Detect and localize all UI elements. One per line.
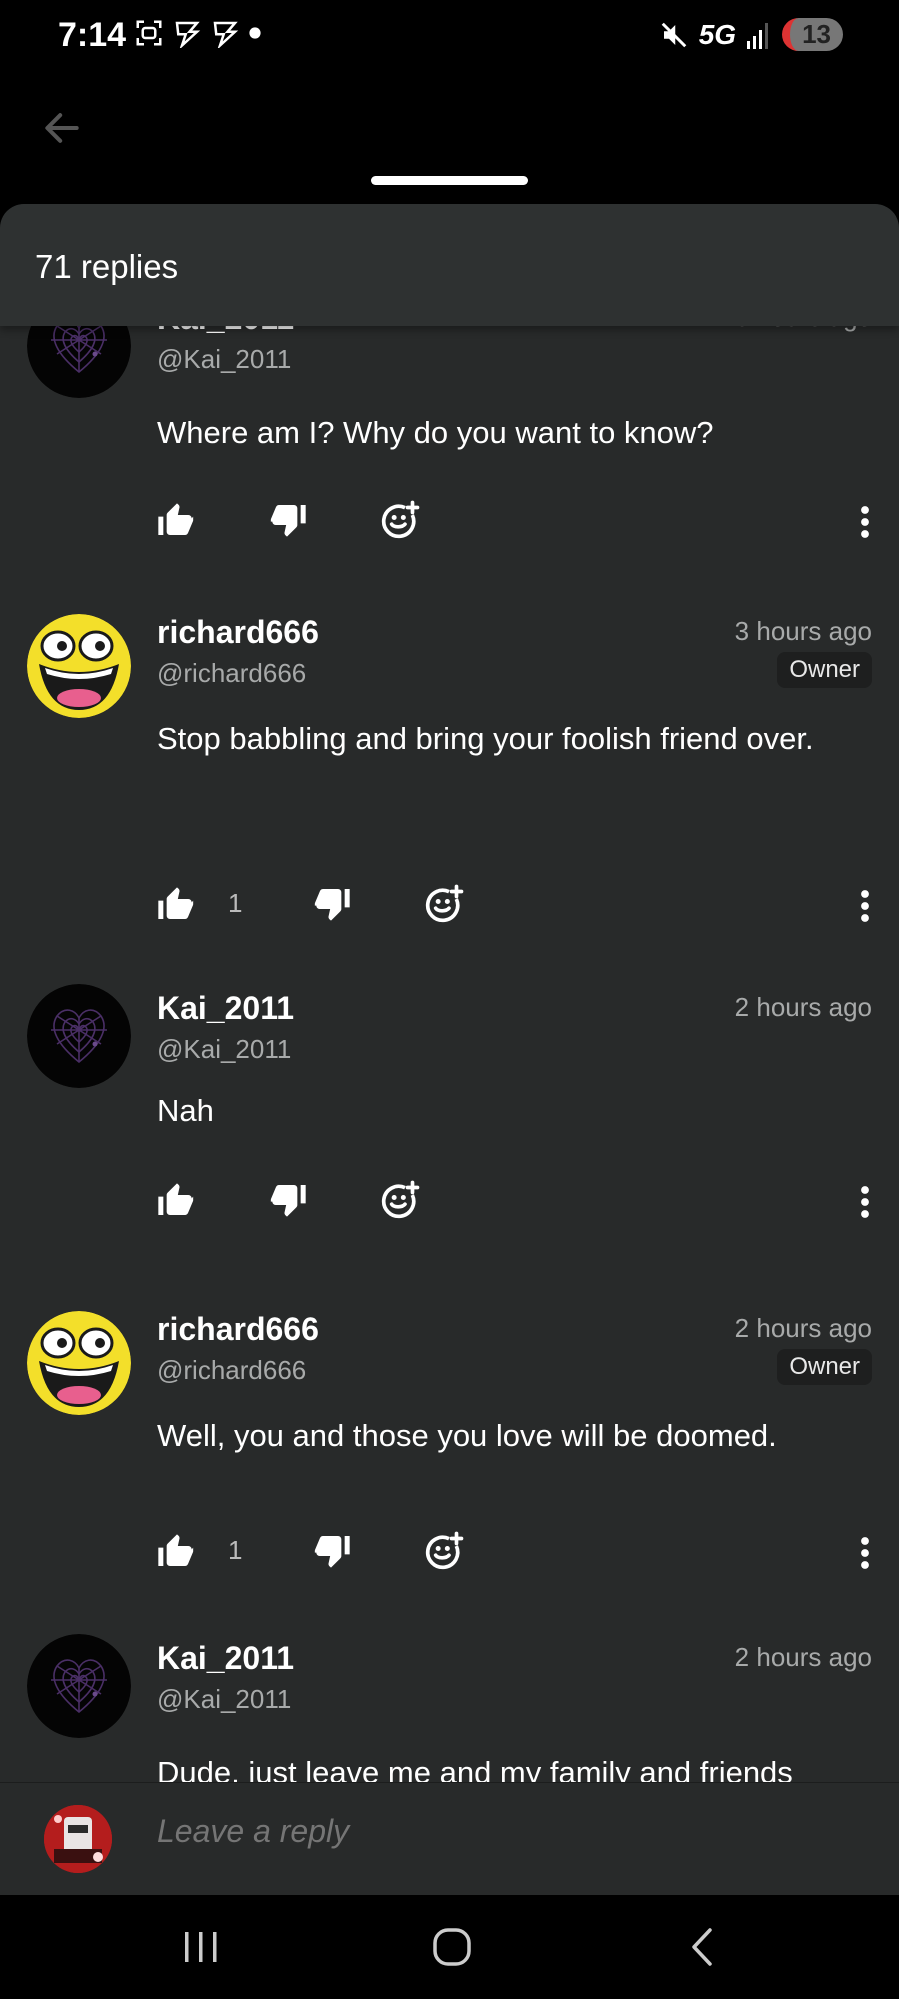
reply-bar: [0, 1782, 899, 1895]
recents-icon[interactable]: [177, 1924, 227, 1970]
comment-username[interactable]: richard666: [157, 1311, 319, 1348]
comment-text: Well, you and those you love will be doo…: [157, 1418, 777, 1453]
comment-text: Stop babbling and bring your foolish fri…: [157, 721, 814, 756]
comment-list: Kai_2011 3 hours ago @Kai_2011 Where am …: [0, 204, 899, 1894]
comment-time: 2 hours ago: [734, 992, 872, 1022]
network-type: 5G: [698, 18, 737, 50]
more-vert-icon[interactable]: [859, 1184, 871, 1220]
sheet-header: 71 replies: [0, 204, 899, 326]
add-reaction-icon[interactable]: [380, 500, 420, 540]
avatar[interactable]: [27, 1634, 131, 1738]
avatar[interactable]: [27, 614, 131, 718]
like-count: 1: [228, 1535, 243, 1565]
comment-handle[interactable]: @Kai_2011: [157, 344, 291, 375]
owner-badge: Owner: [777, 652, 872, 688]
app-top-area: [0, 76, 899, 206]
thumbs-down-icon[interactable]: [269, 500, 309, 540]
add-reaction-icon[interactable]: [380, 1180, 420, 1220]
comment-username[interactable]: Kai_2011: [157, 1640, 294, 1677]
comment-time: 2 hours ago: [734, 1642, 872, 1672]
signal-icon: [747, 22, 769, 49]
status-notification-icons: [134, 18, 262, 48]
status-bar: 7:14 5G 13: [0, 0, 899, 76]
thumbs-down-icon[interactable]: [313, 1531, 353, 1571]
mute-icon: [661, 22, 687, 47]
add-reaction-icon[interactable]: [424, 1531, 464, 1571]
comment-actions: [0, 500, 899, 550]
add-reaction-icon[interactable]: [424, 884, 464, 924]
thumbs-up-icon[interactable]: [155, 500, 195, 540]
comment-actions: [0, 1180, 899, 1230]
reply-input[interactable]: [157, 1813, 757, 1850]
comment-handle[interactable]: @Kai_2011: [157, 1684, 291, 1715]
comment-actions: 1: [0, 1531, 899, 1581]
comment-handle[interactable]: @richard666: [157, 1355, 306, 1386]
sheet-drag-handle[interactable]: [371, 176, 528, 185]
notification-dot-icon: [249, 27, 261, 39]
system-nav-bar: [0, 1894, 899, 1999]
comment-username[interactable]: Kai_2011: [157, 990, 294, 1027]
comment-text: Nah: [157, 1093, 214, 1128]
like-count: 1: [228, 888, 243, 918]
comment-handle[interactable]: @richard666: [157, 658, 306, 689]
avatar[interactable]: [27, 1311, 131, 1415]
status-time: 7:14: [58, 16, 127, 54]
battery-indicator: 13: [782, 18, 843, 51]
more-vert-icon[interactable]: [859, 888, 871, 924]
comment-username[interactable]: richard666: [157, 614, 319, 651]
flash-icon: [213, 21, 239, 48]
flash-icon: [175, 21, 201, 48]
comment-text: Where am I? Why do you want to know?: [157, 415, 714, 450]
thumbs-up-icon[interactable]: [155, 884, 195, 924]
more-vert-icon[interactable]: [859, 504, 871, 540]
avatar: [44, 1805, 112, 1873]
status-system-icons: 5G 13: [659, 18, 843, 51]
nav-back-icon[interactable]: [680, 1924, 730, 1970]
more-vert-icon[interactable]: [859, 1535, 871, 1571]
comment-time: 3 hours ago: [734, 616, 872, 646]
replies-sheet: Kai_2011 3 hours ago @Kai_2011 Where am …: [0, 204, 899, 1894]
home-icon[interactable]: [427, 1924, 477, 1970]
thumbs-up-icon[interactable]: [155, 1531, 195, 1571]
back-arrow-icon[interactable]: [40, 106, 84, 150]
thumbs-down-icon[interactable]: [269, 1180, 309, 1220]
screenshot-icon: [136, 20, 162, 46]
replies-count: 71 replies: [35, 248, 179, 285]
owner-badge: Owner: [777, 1349, 872, 1385]
thumbs-up-icon[interactable]: [155, 1180, 195, 1220]
comment-time: 2 hours ago: [734, 1313, 872, 1343]
thumbs-down-icon[interactable]: [313, 884, 353, 924]
avatar[interactable]: [27, 984, 131, 1088]
comment-actions: 1: [0, 884, 899, 934]
comment-handle[interactable]: @Kai_2011: [157, 1034, 291, 1065]
